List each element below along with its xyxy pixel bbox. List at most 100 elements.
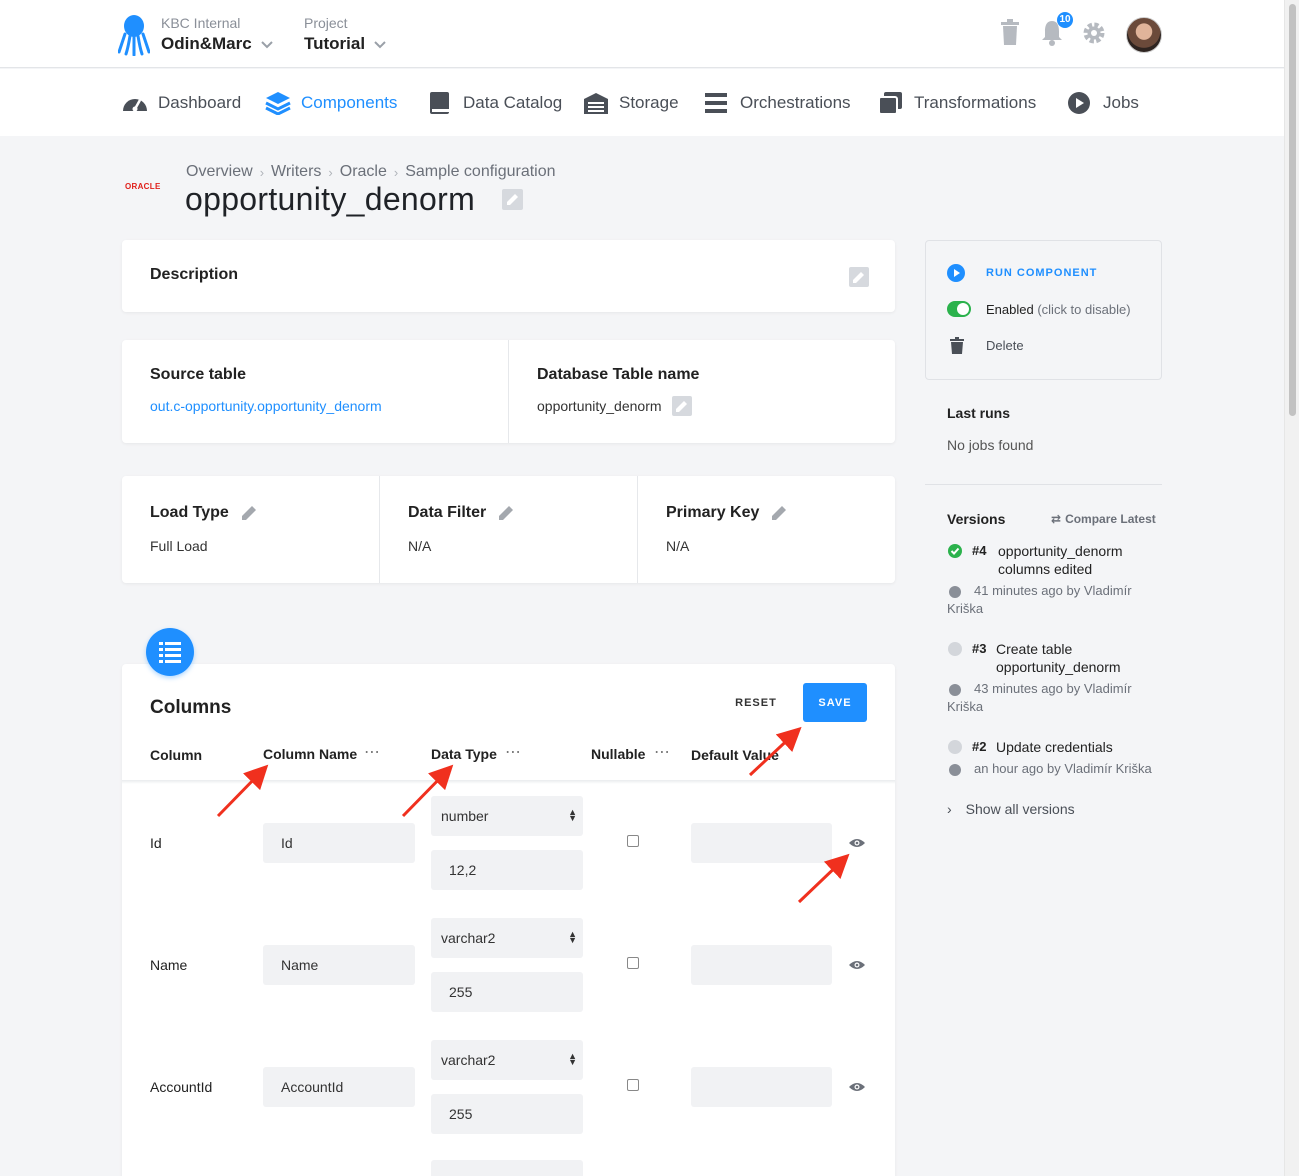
breadcrumb-writers[interactable]: Writers: [271, 163, 321, 181]
default-value-input[interactable]: [691, 945, 832, 985]
nav-label: Components: [301, 93, 398, 112]
chevron-down-icon: [260, 41, 273, 49]
reset-button[interactable]: RESET: [726, 690, 786, 716]
data-type-select[interactable]: [431, 1160, 583, 1176]
warehouse-icon: [584, 93, 608, 114]
eye-icon[interactable]: [849, 959, 865, 971]
org-name: Odin&Marc: [161, 34, 252, 53]
scrollbar-thumb[interactable]: [1289, 4, 1296, 416]
org-label: KBC Internal: [161, 15, 241, 31]
eye-icon[interactable]: [849, 1081, 865, 1093]
delete-button[interactable]: Delete: [950, 337, 1024, 354]
version-meta: Kriška: [947, 699, 984, 714]
nav-transformations[interactable]: Transformations: [878, 91, 1036, 115]
save-button[interactable]: SAVE: [803, 683, 867, 722]
description-label: Description: [150, 266, 239, 283]
column-name-input[interactable]: AccountId: [263, 1067, 415, 1107]
project-switcher[interactable]: Project Tutorial: [304, 15, 387, 54]
gear-icon[interactable]: [1082, 21, 1106, 45]
nav-storage[interactable]: Storage: [583, 91, 679, 115]
load-settings-card: Load Type Full Load Data Filter N/A Prim…: [122, 476, 895, 583]
edit-db-table-name-button[interactable]: [672, 396, 692, 416]
breadcrumb: Overview › Writers › Oracle › Sample config…: [186, 163, 556, 181]
select-arrows-icon: ▲ ▼: [568, 1051, 577, 1067]
nullable-checkbox[interactable]: [627, 835, 639, 847]
data-filter-header: Data Filter: [408, 504, 514, 522]
divider: [508, 340, 509, 443]
data-filter-label: Data Filter: [408, 504, 487, 521]
delete-label: Delete: [986, 338, 1024, 353]
source-table-link[interactable]: out.c-opportunity.opportunity_denorm: [150, 398, 382, 414]
nav-orchestrations[interactable]: Orchestrations: [704, 91, 851, 115]
nav-dashboard[interactable]: Dashboard: [122, 91, 241, 115]
edit-title-button[interactable]: [502, 189, 523, 210]
nullable-checkbox[interactable]: [627, 957, 639, 969]
notification-badge: 10: [1057, 12, 1073, 28]
eye-icon[interactable]: [849, 837, 865, 849]
version-description: columns edited: [998, 561, 1093, 577]
trash-icon[interactable]: [1000, 18, 1020, 46]
nullable-menu-icon[interactable]: ⋯: [654, 742, 671, 762]
version-status-dot: [948, 740, 962, 754]
column-name-input[interactable]: Name: [263, 945, 415, 985]
show-all-versions-link[interactable]: › Show all versions: [947, 801, 1075, 817]
row-column-label: Name: [150, 957, 188, 973]
header-column-name: Column Name: [263, 746, 358, 762]
divider: [379, 476, 380, 583]
data-type-menu-icon[interactable]: ⋯: [505, 742, 522, 762]
default-value-input[interactable]: [691, 823, 832, 863]
enabled-hint: (click to disable): [1037, 301, 1131, 317]
load-type-label: Load Type: [150, 504, 229, 521]
nav-data-catalog[interactable]: Data Catalog: [427, 91, 562, 115]
row-column-label: Id: [150, 835, 162, 851]
data-type-select[interactable]: varchar2 ▲ ▼: [431, 918, 583, 958]
pencil-icon[interactable]: [771, 505, 787, 521]
compare-latest-button[interactable]: ⇄ Compare Latest: [1051, 512, 1156, 526]
run-component-button[interactable]: RUN COMPONENT: [947, 264, 1097, 282]
last-runs-title: Last runs: [947, 405, 1011, 421]
breadcrumb-overview[interactable]: Overview: [186, 163, 253, 181]
data-type-select[interactable]: varchar2 ▲ ▼: [431, 1040, 583, 1080]
breadcrumb-oracle[interactable]: Oracle: [340, 163, 387, 181]
pencil-icon: [853, 272, 864, 283]
check-circle-icon: [948, 544, 962, 558]
version-number: #3: [972, 641, 987, 656]
version-description[interactable]: opportunity_denorm: [998, 543, 1123, 559]
data-size-input[interactable]: 255: [431, 1094, 583, 1134]
nav-jobs[interactable]: Jobs: [1067, 91, 1139, 115]
chevron-right-icon: ›: [259, 164, 265, 180]
version-description[interactable]: Create table: [996, 641, 1072, 657]
play-circle-icon: [947, 264, 965, 282]
breadcrumb-configuration[interactable]: Sample configuration: [405, 163, 555, 181]
nav-label: Dashboard: [158, 93, 242, 112]
page-scrollbar[interactable]: [1284, 0, 1299, 1176]
pencil-icon[interactable]: [498, 505, 514, 521]
nav-label: Storage: [619, 93, 679, 112]
run-component-label: RUN COMPONENT: [986, 267, 1098, 279]
nav-components[interactable]: Components: [265, 91, 397, 115]
chevron-right-icon: ›: [393, 164, 399, 180]
primary-key-value: N/A: [666, 538, 690, 554]
nav-label: Orchestrations: [740, 93, 851, 112]
default-value-input[interactable]: [691, 1067, 832, 1107]
primary-key-label: Primary Key: [666, 504, 760, 521]
data-type-select[interactable]: number ▲ ▼: [431, 796, 583, 836]
version-description: opportunity_denorm: [996, 659, 1121, 675]
version-description[interactable]: Update credentials: [996, 739, 1113, 755]
oracle-logo: ORACLE: [125, 182, 161, 191]
chevron-right-icon: ›: [947, 801, 952, 817]
edit-description-button[interactable]: [849, 267, 869, 287]
keboola-octopus-logo[interactable]: [118, 14, 150, 56]
data-size-input[interactable]: 255: [431, 972, 583, 1012]
nullable-checkbox[interactable]: [627, 1079, 639, 1091]
user-avatar[interactable]: [1126, 17, 1162, 53]
column-name-input[interactable]: Id: [263, 823, 415, 863]
pencil-icon[interactable]: [241, 505, 257, 521]
org-switcher[interactable]: KBC Internal Odin&Marc: [161, 15, 274, 54]
data-size-input[interactable]: 12,2: [431, 850, 583, 890]
row-column-label: AccountId: [150, 1079, 213, 1095]
column-name-menu-icon[interactable]: ⋯: [364, 742, 381, 762]
enabled-toggle[interactable]: Enabled (click to disable): [947, 301, 1131, 317]
last-runs-empty: No jobs found: [947, 437, 1034, 453]
source-table-label: Source table: [150, 366, 247, 383]
